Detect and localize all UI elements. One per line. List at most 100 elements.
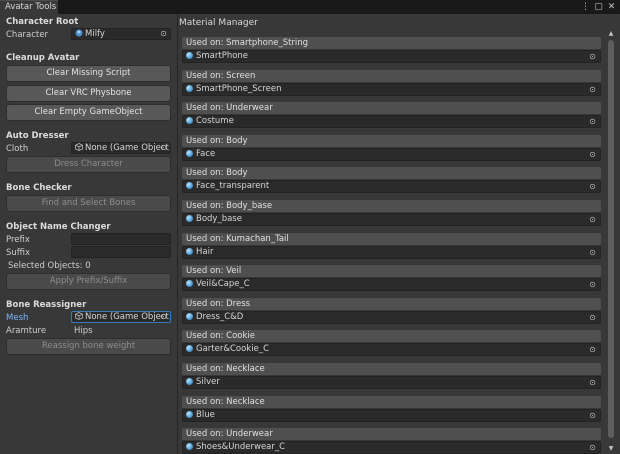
material-field[interactable]: Dress_C&D ⊙: [182, 310, 601, 324]
cloth-field[interactable]: None (Game Object) ⊙: [71, 142, 171, 154]
clear-empty-gameobject-button[interactable]: Clear Empty GameObject: [6, 104, 171, 121]
material-group-header: Used on: Screen: [182, 69, 601, 82]
material-field[interactable]: Garter&Cookie_C ⊙: [182, 343, 601, 357]
object-picker-icon[interactable]: ⊙: [159, 312, 168, 322]
material-field[interactable]: Costume ⊙: [182, 115, 601, 129]
scroll-up-icon[interactable]: ▲: [606, 30, 616, 38]
material-group: Used on: Dress Dress_C&D ⊙: [182, 297, 601, 331]
material-field[interactable]: Face_transparent ⊙: [182, 180, 601, 194]
object-picker-icon[interactable]: ⊙: [588, 84, 597, 95]
material-icon: [186, 280, 193, 288]
dress-character-button[interactable]: Dress Character: [6, 156, 171, 173]
material-name: Dress_C&D: [196, 311, 244, 322]
material-icon: [186, 117, 193, 125]
scrollbar[interactable]: ▲ ▼: [606, 30, 616, 454]
material-icon: [186, 52, 193, 59]
object-picker-icon[interactable]: ⊙: [588, 247, 597, 258]
material-icon: [186, 149, 193, 157]
material-field[interactable]: Silver ⊙: [182, 375, 601, 389]
section-bone-checker: Bone Checker: [6, 183, 72, 193]
character-field[interactable]: Milfy ⊙: [71, 28, 171, 40]
armature-label: Aramture: [6, 326, 47, 336]
object-picker-icon[interactable]: ⊙: [588, 214, 597, 225]
material-group-header: Used on: Veil: [182, 265, 601, 278]
selected-objects-count: Selected Objects: 0: [8, 261, 91, 271]
tab-strip: Avatar Tools ⋮ ▢ ✕: [0, 0, 620, 14]
maximize-icon[interactable]: ▢: [594, 1, 603, 13]
material-name: Costume: [196, 116, 234, 127]
material-manager-title: Material Manager: [179, 18, 258, 28]
object-picker-icon[interactable]: ⊙: [588, 410, 597, 421]
section-auto-dresser: Auto Dresser: [6, 131, 69, 141]
section-object-name-changer: Object Name Changer: [6, 222, 111, 232]
material-group-header: Used on: Kumachan_Tail: [182, 232, 601, 245]
material-field[interactable]: Blue ⊙: [182, 408, 601, 422]
object-picker-icon[interactable]: ⊙: [588, 149, 597, 160]
material-group: Used on: Necklace Silver ⊙: [182, 362, 601, 396]
suffix-input[interactable]: [71, 246, 171, 258]
suffix-label: Suffix: [6, 248, 31, 258]
apply-prefix-suffix-button[interactable]: Apply Prefix/Suffix: [6, 273, 171, 290]
material-icon: [186, 214, 193, 222]
material-name: Veil&Cape_C: [196, 279, 250, 290]
material-manager-panel: Material Manager Used on: Smartphone_Str…: [178, 14, 620, 454]
scroll-thumb[interactable]: [608, 40, 614, 438]
material-group-header: Used on: Cookie: [182, 330, 601, 343]
material-field[interactable]: Hair ⊙: [182, 245, 601, 259]
close-icon[interactable]: ✕: [607, 1, 616, 13]
mesh-field[interactable]: None (Game Object) ⊙: [71, 311, 171, 323]
object-picker-icon[interactable]: ⊙: [159, 29, 168, 39]
gameobject-icon: [75, 312, 83, 320]
material-name: Shoes&Underwear_C: [196, 442, 286, 453]
section-bone-reassigner: Bone Reassigner: [6, 300, 87, 310]
object-picker-icon[interactable]: ⊙: [588, 377, 597, 388]
clear-missing-script-button[interactable]: Clear Missing Script: [6, 65, 171, 82]
object-picker-icon[interactable]: ⊙: [588, 116, 597, 127]
mesh-label: Mesh: [6, 313, 29, 323]
object-picker-icon[interactable]: ⊙: [588, 279, 597, 290]
prefix-input[interactable]: [71, 233, 171, 245]
material-field[interactable]: Body_base ⊙: [182, 212, 601, 226]
material-icon: [186, 345, 193, 353]
material-group: Used on: Body Face_transparent ⊙: [182, 167, 601, 200]
material-group: Used on: Underwear Shoes&Underwear_C ⊙: [182, 428, 601, 454]
material-group: Used on: Screen SmartPhone_Screen ⊙: [182, 69, 601, 103]
window-controls: ⋮ ▢ ✕: [581, 1, 616, 13]
armature-value: Hips: [74, 326, 93, 336]
material-list: Used on: Smartphone_String SmartPhone ⊙ Use…: [182, 37, 601, 454]
material-icon: [186, 312, 193, 320]
material-group-header: Used on: Underwear: [182, 428, 601, 441]
material-name: Face_transparent: [196, 181, 270, 192]
material-group-header: Used on: Body: [182, 167, 601, 180]
material-field[interactable]: SmartPhone_Screen ⊙: [182, 82, 601, 96]
material-field[interactable]: SmartPhone ⊙: [182, 50, 601, 63]
scroll-down-icon[interactable]: ▼: [606, 445, 616, 453]
gameobject-icon: [75, 143, 83, 151]
character-label: Character: [6, 30, 48, 40]
material-group-header: Used on: Underwear: [182, 102, 601, 115]
object-picker-icon[interactable]: ⊙: [588, 51, 597, 62]
object-picker-icon[interactable]: ⊙: [588, 312, 597, 323]
material-field[interactable]: Face ⊙: [182, 147, 601, 161]
reassign-bone-weight-button[interactable]: Reassign bone weight: [6, 338, 171, 355]
material-group: Used on: Body Face ⊙: [182, 134, 601, 168]
material-name: Body_base: [196, 213, 242, 224]
material-name: Face: [196, 148, 216, 159]
material-icon: [186, 410, 193, 418]
material-icon: [186, 377, 193, 385]
more-vertical-icon[interactable]: ⋮: [581, 1, 590, 13]
object-picker-icon[interactable]: ⊙: [588, 181, 597, 192]
material-group-header: Used on: Necklace: [182, 362, 601, 375]
object-picker-icon[interactable]: ⊙: [159, 143, 168, 153]
material-field[interactable]: Veil&Cape_C ⊙: [182, 278, 601, 292]
object-picker-icon[interactable]: ⊙: [588, 442, 597, 453]
avatar-icon: [75, 29, 83, 37]
character-value: Milfy: [85, 29, 105, 39]
find-and-select-bones-button[interactable]: Find and Select Bones: [6, 195, 171, 212]
tab-avatar-tools[interactable]: Avatar Tools: [0, 0, 58, 14]
material-group: Used on: Veil Veil&Cape_C ⊙: [182, 265, 601, 298]
clear-vrc-physbone-button[interactable]: Clear VRC Physbone: [6, 85, 171, 102]
material-field[interactable]: Shoes&Underwear_C ⊙: [182, 441, 601, 454]
section-cleanup-avatar: Cleanup Avatar: [6, 53, 80, 63]
object-picker-icon[interactable]: ⊙: [588, 344, 597, 355]
